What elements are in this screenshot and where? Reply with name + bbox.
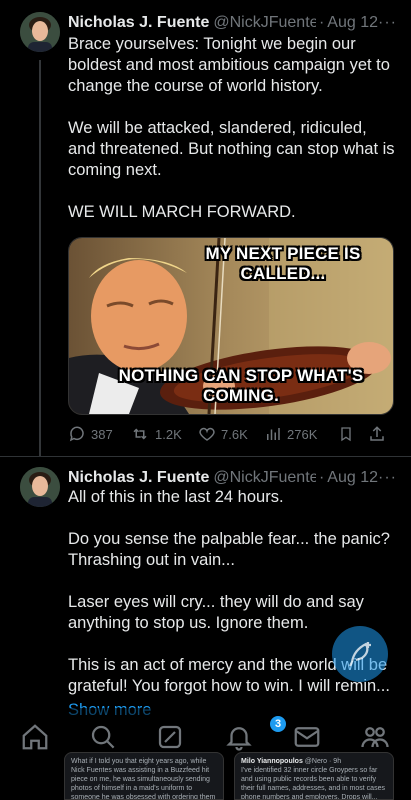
compose-button[interactable] [332,626,388,682]
repost-button[interactable]: 1.2K [130,425,198,443]
tweet-paragraph: WE WILL MARCH FORWARD. [68,203,296,221]
mail-icon [294,727,320,747]
preview-author-name: Milo Yiannopoulos [241,758,303,765]
notification-preview-left[interactable]: What if I told you that eight years ago,… [64,752,224,800]
tweet-date[interactable]: Aug 12 [327,469,378,487]
views-count: 276K [287,426,318,442]
notification-preview-right[interactable]: Milo Yiannopoulos @Nero · 9h I've identi… [234,752,394,800]
tweet-divider [0,456,411,457]
separator-dot: · [318,14,325,31]
author-handle[interactable]: @NickJFuente [213,469,316,487]
tweet-actions: 387 1.2K 7.6K 276K [68,423,394,445]
communities-icon [361,727,389,748]
tab-communities[interactable] [360,722,392,754]
tweet-text: Brace yourselves: Tonight we begin our b… [68,34,398,244]
author-handle[interactable]: @NickJFuente [213,14,316,32]
tab-home[interactable] [20,722,52,754]
share-button[interactable] [368,425,388,443]
preview-text: I've identified 32 inner circle Groypers… [241,767,385,800]
preview-text: What if I told you that eight years ago,… [71,758,216,800]
more-options-icon[interactable]: ··· [378,469,403,487]
bottom-tab-bar: What if I told you that eight years ago,… [0,708,411,800]
like-count: 7.6K [221,426,248,442]
heart-icon [199,427,215,441]
bookmark-icon [341,427,351,442]
tab-grok[interactable] [155,722,187,754]
separator-dot: · [318,469,325,486]
compose-feather-icon [349,642,371,667]
tweet-paragraph: Brace yourselves: Tonight we begin our b… [68,35,390,95]
tweet-date[interactable]: Aug 12 [327,14,378,32]
tweet-paragraph: Do you sense the palpable fear... the pa… [68,530,390,569]
home-icon [22,724,48,750]
tab-messages[interactable] [292,722,324,754]
author-name[interactable]: Nicholas J. Fuente [68,14,209,32]
notifications-badge: 3 [270,716,286,732]
repost-icon [133,428,147,440]
reply-icon [69,426,84,442]
tweet-2[interactable]: Nicholas J. Fuente @NickJFuente · Aug 12… [0,467,411,722]
views-chart-icon [267,428,280,440]
reply-button[interactable]: 387 [68,425,130,443]
bookmark-button[interactable] [338,425,368,443]
share-icon [370,426,384,441]
views-button[interactable]: 276K [264,425,338,443]
preview-author-handle: @Nero · 9h [304,758,342,765]
more-options-icon[interactable]: ··· [378,14,403,32]
bell-icon [226,727,252,751]
tweet-image[interactable]: MY NEXT PIECE IS CALLED... NOTHING CAN S… [68,237,394,415]
meme-top-text: MY NEXT PIECE IS CALLED... [205,244,361,283]
tweet-header: Nicholas J. Fuente @NickJFuente · Aug 12… [68,12,403,34]
tab-notifications[interactable] [224,722,256,754]
like-button[interactable]: 7.6K [198,425,264,443]
tweet-paragraph: We will be attacked, slandered, ridicule… [68,119,395,179]
author-name[interactable]: Nicholas J. Fuente [68,469,209,487]
grok-icon [158,725,182,749]
tweet-header: Nicholas J. Fuente @NickJFuente · Aug 12… [68,467,403,489]
avatar[interactable] [20,12,60,52]
reply-count: 387 [91,426,113,442]
tweet-paragraph: All of this in the last 24 hours. [68,488,284,506]
avatar[interactable] [20,467,60,507]
search-icon [91,725,115,749]
tab-search[interactable] [88,722,120,754]
meme-bottom-text: NOTHING CAN STOP WHAT'S COMING. [118,366,364,405]
repost-count: 1.2K [155,426,182,442]
